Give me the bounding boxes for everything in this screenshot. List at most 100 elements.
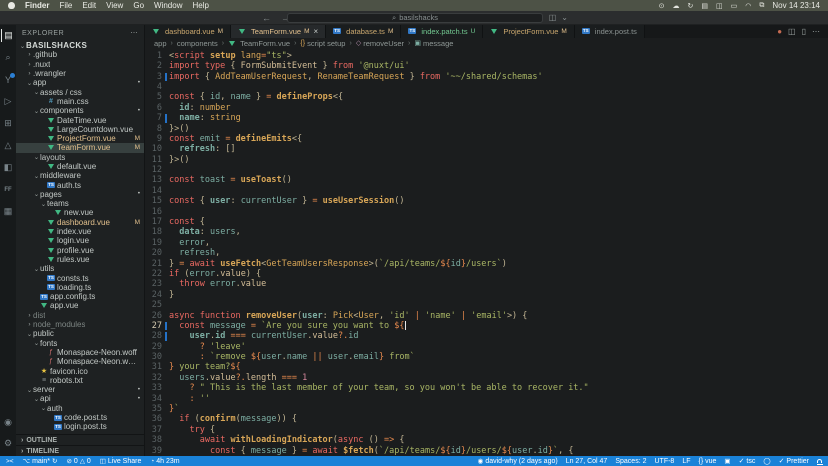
tab-close-icon[interactable]: × bbox=[313, 27, 318, 36]
menu-file[interactable]: File bbox=[59, 1, 72, 10]
tree-item-loading-ts[interactable]: TSloading.ts bbox=[16, 283, 144, 292]
tree-item-auth-ts[interactable]: TSauth.ts bbox=[16, 180, 144, 189]
breadcrumb-teamform-vue[interactable]: TeamForm.vue bbox=[228, 39, 290, 48]
tree-item-utils[interactable]: ⌄utils bbox=[16, 264, 144, 273]
split-editor-icon[interactable]: ◫ bbox=[788, 27, 796, 36]
copilot[interactable]: ▣ bbox=[724, 457, 730, 465]
wifi-icon[interactable]: ◠ bbox=[745, 2, 751, 10]
breadcrumb-removeuser[interactable]: ◇removeUser bbox=[356, 39, 404, 48]
tree-item-profile-vue[interactable]: profile.vue bbox=[16, 246, 144, 255]
tree-item-code-post-ts[interactable]: TScode.post.ts bbox=[16, 413, 144, 422]
tab-index.patch.ts[interactable]: TSindex.patch.tsU bbox=[401, 25, 483, 38]
tree-item-index-vue[interactable]: index.vue bbox=[16, 227, 144, 236]
firefox-icon[interactable]: FF bbox=[1, 183, 15, 196]
tree-item-node-modules[interactable]: ›node_modules bbox=[16, 320, 144, 329]
layout-panel-icon[interactable]: ◫ bbox=[549, 13, 557, 22]
live-share[interactable]: ◫Live Share bbox=[100, 457, 142, 465]
cursor-position[interactable]: Ln 27, Col 47 bbox=[566, 458, 608, 465]
tree-item-robots-txt[interactable]: ≡robots.txt bbox=[16, 376, 144, 385]
tree-item-monaspace-neon-woff[interactable]: ƒMonaspace-Neon.woff bbox=[16, 348, 144, 357]
tree-item-components[interactable]: ⌄components• bbox=[16, 106, 144, 115]
search-icon[interactable]: ⌕ bbox=[1, 51, 15, 64]
commit-author[interactable]: ◉david-why (2 days ago) bbox=[478, 457, 558, 465]
tree-item--nuxt[interactable]: ›.nuxt bbox=[16, 60, 144, 69]
tree-item-login-post-ts[interactable]: TSlogin.post.ts bbox=[16, 422, 144, 431]
tree-item-layouts[interactable]: ⌄layouts bbox=[16, 153, 144, 162]
layout-chevron-icon[interactable]: ⌄ bbox=[561, 13, 568, 22]
run-debug-icon[interactable]: ▷ bbox=[1, 95, 15, 108]
tree-item-fonts[interactable]: ⌄fonts bbox=[16, 339, 144, 348]
tree-item-api[interactable]: ⌄api• bbox=[16, 394, 144, 403]
tab-projectform.vue[interactable]: ProjectForm.vueM bbox=[483, 25, 574, 38]
tree-item-pages[interactable]: ⌄pages• bbox=[16, 190, 144, 199]
timer[interactable]: ◔4h 23m bbox=[150, 458, 179, 465]
extension-indicator[interactable]: ◯ bbox=[763, 457, 770, 465]
cloud-storage-icon[interactable]: ☁ bbox=[673, 2, 680, 10]
tree-item-projectform-vue[interactable]: ProjectForm.vueM bbox=[16, 134, 144, 143]
tree-item-dist[interactable]: ›dist bbox=[16, 311, 144, 320]
breadcrumb-script-setup[interactable]: {}script setup bbox=[300, 39, 345, 48]
tree-item-default-vue[interactable]: default.vue bbox=[16, 162, 144, 171]
customize-layout-icon[interactable]: ▯ bbox=[802, 27, 806, 36]
indentation[interactable]: Spaces: 2 bbox=[615, 458, 646, 465]
section-outline[interactable]: ›OUTLINE bbox=[16, 434, 144, 445]
tree-item-datetime-vue[interactable]: DateTime.vue bbox=[16, 115, 144, 124]
tab-teamform.vue[interactable]: TeamForm.vueM× bbox=[231, 25, 326, 38]
tree-item-server[interactable]: ⌄server• bbox=[16, 385, 144, 394]
breadcrumb-message[interactable]: ▣message bbox=[414, 39, 453, 48]
menu-view[interactable]: View bbox=[106, 1, 123, 10]
source-control-icon[interactable]: Y bbox=[1, 73, 15, 86]
explorer-more-actions-icon[interactable]: ⋯ bbox=[131, 29, 139, 37]
tree-item-login-vue[interactable]: login.vue bbox=[16, 236, 144, 245]
tree-item-assets-css[interactable]: ⌄assets / css bbox=[16, 87, 144, 96]
language-mode[interactable]: {} vue bbox=[699, 458, 717, 465]
eol[interactable]: LF bbox=[682, 458, 690, 465]
tree-item-basilshacks[interactable]: ⌄BASILSHACKS bbox=[16, 41, 144, 50]
tree-item-rules-vue[interactable]: rules.vue bbox=[16, 255, 144, 264]
settings-gear-icon[interactable]: ⚙ bbox=[1, 437, 15, 450]
encoding[interactable]: UTF-8 bbox=[654, 458, 674, 465]
more-actions-icon[interactable]: ⋯ bbox=[812, 27, 820, 36]
docker-icon[interactable]: ◧ bbox=[1, 161, 15, 174]
command-center-search[interactable]: ⌕ basilshacks bbox=[287, 13, 543, 23]
testing-icon[interactable]: △ bbox=[1, 139, 15, 152]
tree-item-app-config-ts[interactable]: TSapp.config.ts bbox=[16, 292, 144, 301]
tree-item-teams[interactable]: ⌄teams bbox=[16, 199, 144, 208]
tree-item-new-vue[interactable]: new.vue bbox=[16, 208, 144, 217]
apple-menu-icon[interactable] bbox=[8, 2, 15, 9]
notifications-bell[interactable] bbox=[817, 459, 822, 463]
battery-icon[interactable]: ▭ bbox=[731, 2, 738, 10]
tree-item-middleware[interactable]: ⌄middleware bbox=[16, 171, 144, 180]
tsc-status[interactable]: ✓ tsc bbox=[739, 457, 756, 465]
tree-item-dashboard-vue[interactable]: dashboard.vueM bbox=[16, 218, 144, 227]
tree-item-consts-ts[interactable]: TSconsts.ts bbox=[16, 273, 144, 282]
tree-item--github[interactable]: ›.github bbox=[16, 50, 144, 59]
tree-item-app-vue[interactable]: app.vue bbox=[16, 301, 144, 310]
explorer-icon[interactable]: ▤ bbox=[1, 29, 15, 42]
code-editor[interactable]: 1<script setup lang="ts">2import type { … bbox=[145, 49, 828, 456]
sync-icon[interactable]: ↻ bbox=[688, 2, 694, 10]
control-center-icon[interactable]: ⧉ bbox=[759, 2, 764, 10]
product-board-icon[interactable]: ▦ bbox=[1, 205, 15, 218]
screen-record-icon[interactable]: ⊙ bbox=[659, 2, 665, 10]
tree-item-app[interactable]: ⌄app• bbox=[16, 78, 144, 87]
tree-item-monaspace-neon-woff2[interactable]: ƒMonaspace-Neon.woff2 bbox=[16, 357, 144, 366]
tree-item-largecountdown-vue[interactable]: LargeCountdown.vue bbox=[16, 125, 144, 134]
menu-finder[interactable]: Finder bbox=[25, 1, 49, 10]
menu-go[interactable]: Go bbox=[133, 1, 144, 10]
git-branch[interactable]: ⌥main*↻ bbox=[23, 457, 58, 465]
tree-item-public[interactable]: ⌄public bbox=[16, 329, 144, 338]
display-icon[interactable]: ▤ bbox=[701, 2, 708, 10]
tab-database.ts[interactable]: TSdatabase.tsM bbox=[326, 25, 401, 38]
tree-item-teamform-vue[interactable]: TeamForm.vueM bbox=[16, 143, 144, 152]
nav-back-icon[interactable]: ← bbox=[262, 13, 271, 23]
tree-item-favicon-ico[interactable]: ★favicon.ico bbox=[16, 366, 144, 375]
tree-item-auth[interactable]: ⌄auth bbox=[16, 404, 144, 413]
tree-item--wrangler[interactable]: ›.wrangler bbox=[16, 69, 144, 78]
stage-manager-icon[interactable]: ◫ bbox=[716, 2, 723, 10]
tab-index.post.ts[interactable]: TSindex.post.ts bbox=[575, 25, 645, 38]
tree-item-main-css[interactable]: #main.css bbox=[16, 97, 144, 106]
extensions-icon[interactable]: ⊞ bbox=[1, 117, 15, 130]
breadcrumb-app[interactable]: app bbox=[154, 39, 167, 48]
menu-window[interactable]: Window bbox=[154, 1, 182, 10]
